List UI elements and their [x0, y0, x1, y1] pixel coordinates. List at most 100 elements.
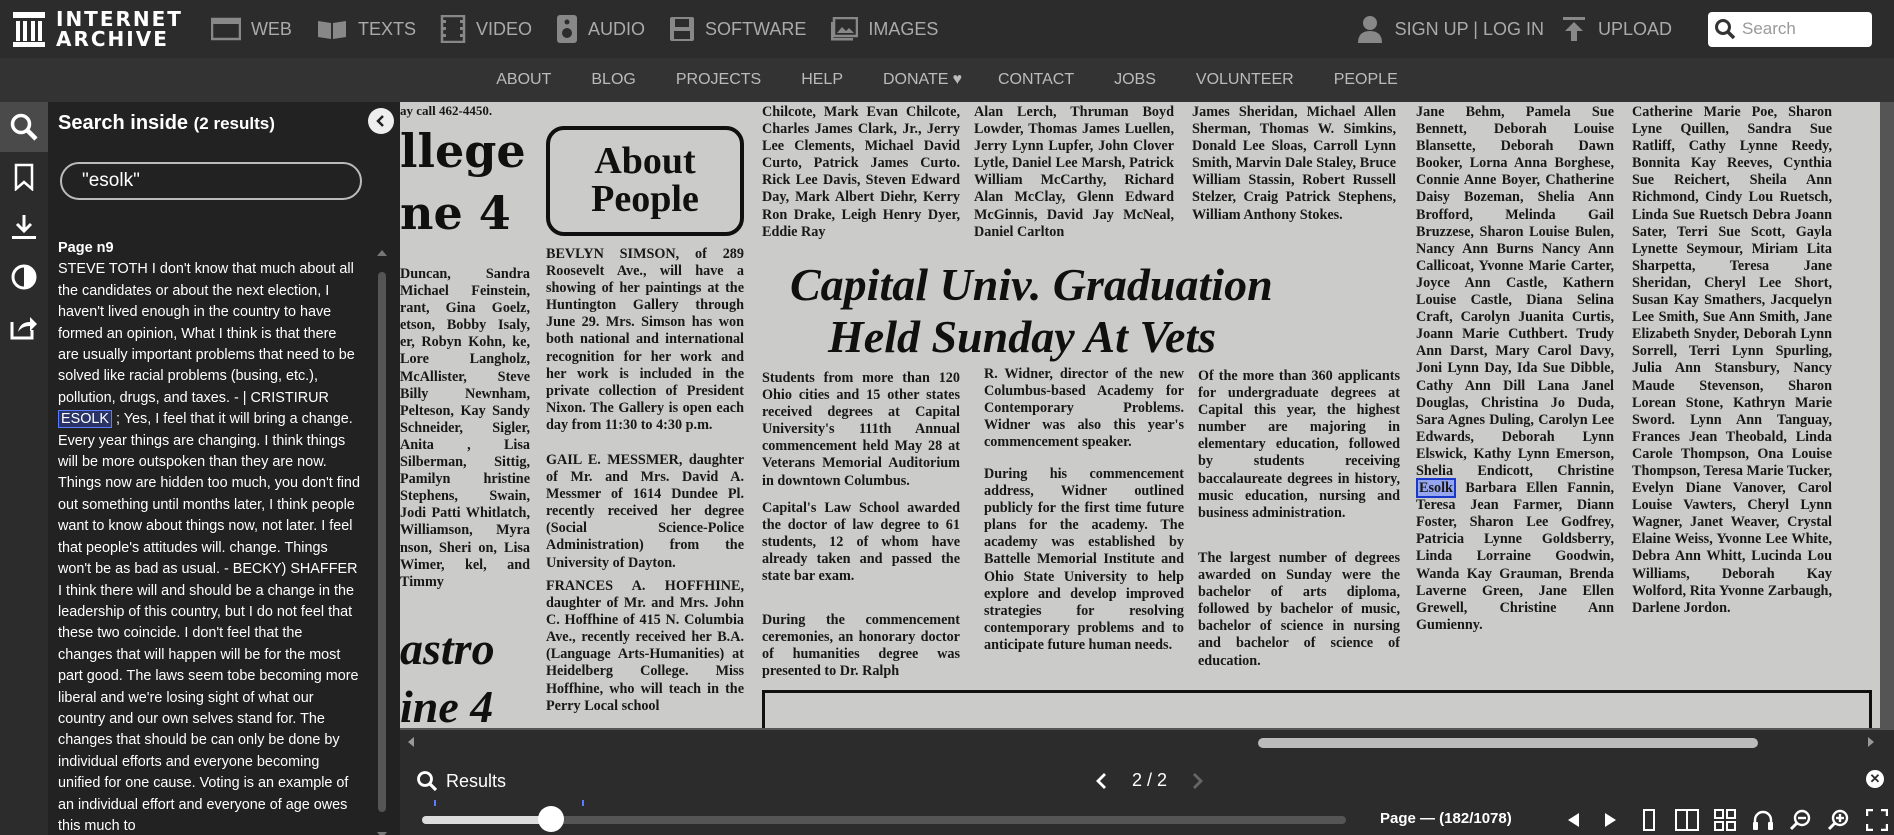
site-search-input[interactable]: [1742, 19, 1862, 39]
internet-archive-logo[interactable]: INTERNET ARCHIVE: [12, 0, 183, 58]
subnav-projects[interactable]: PROJECTS: [676, 71, 761, 89]
user-icon: [1357, 16, 1382, 43]
heart-icon: ♥: [952, 71, 962, 88]
subnav-about[interactable]: ABOUT: [496, 71, 551, 89]
read-aloud-button[interactable]: [1744, 806, 1782, 834]
close-results-button[interactable]: ✕: [1866, 770, 1884, 788]
bookmarks-tab[interactable]: [0, 152, 48, 202]
share-tab[interactable]: [0, 302, 48, 352]
two-page-view-button[interactable]: [1668, 806, 1706, 834]
book-viewer[interactable]: ay call 462-4450. llege ne 4 Duncan, San…: [400, 102, 1894, 730]
result-count: (2 results): [193, 114, 275, 133]
zoom-in-button[interactable]: [1820, 806, 1858, 834]
result-marker[interactable]: [582, 800, 584, 806]
subnav-donate[interactable]: DONATE: [883, 71, 948, 89]
panel-scroll-thumb[interactable]: [378, 272, 386, 812]
collapse-panel-button[interactable]: [368, 108, 394, 134]
result-highlight: ESOLK: [58, 410, 112, 429]
nav-texts[interactable]: TEXTS: [316, 14, 416, 44]
search-icon: [1715, 19, 1736, 40]
visual-adjustments-tab[interactable]: [0, 252, 48, 302]
nav-images[interactable]: IMAGES: [830, 14, 938, 44]
newspaper-page: ay call 462-4450. llege ne 4 Duncan, San…: [400, 102, 1880, 728]
media-nav: WEB TEXTS VIDEO AUDIO SOFTWARE IMAGES: [210, 14, 962, 44]
paper-tone: [400, 102, 1880, 728]
web-icon: [210, 17, 241, 41]
nav-right: SIGN UP | LOG IN UPLOAD: [1357, 0, 1894, 58]
scroll-down-icon: [377, 832, 387, 835]
zoom-out-icon: [1789, 809, 1811, 831]
page-slider-fill: [422, 816, 551, 824]
page-slider-handle[interactable]: [538, 806, 564, 832]
result-text-before: STEVE TOTH I don't know that much about …: [58, 261, 355, 406]
triangle-right-icon: [1605, 813, 1616, 827]
two-page-icon: [1675, 809, 1699, 831]
nav-video[interactable]: VIDEO: [440, 14, 532, 44]
book-nav-bar: Results 2 / 2 ✕ Page — (182/1078): [400, 730, 1894, 835]
headphones-icon: [1753, 810, 1773, 830]
scroll-right-icon: [1868, 737, 1874, 747]
result-page-label: Page n9: [58, 240, 114, 256]
top-nav: INTERNET ARCHIVE WEB TEXTS VIDEO AUDIO S…: [0, 0, 1894, 58]
subnav-blog[interactable]: BLOG: [591, 71, 635, 89]
images-icon: [831, 17, 859, 41]
search-result-item[interactable]: Page n9 STEVE TOTH I don't know that muc…: [58, 238, 360, 835]
result-text-after: ; Yes, I feel that it will bring a chang…: [58, 411, 360, 834]
search-inside-panel: Search inside (2 results) Page n9 STEVE …: [48, 102, 400, 835]
texts-icon: [317, 21, 346, 39]
subnav-jobs[interactable]: JOBS: [1114, 71, 1156, 89]
panel-scrollbar[interactable]: [376, 248, 388, 835]
result-pager: 2 / 2: [1094, 770, 1205, 791]
download-tab[interactable]: [0, 202, 48, 252]
secondary-nav: ABOUT BLOG PROJECTS HELP DONATE ♥ CONTAC…: [0, 58, 1894, 102]
horizontal-scrollbar[interactable]: [406, 736, 1874, 748]
result-marker[interactable]: [434, 800, 436, 806]
download-icon: [12, 215, 36, 239]
archive-building-icon: [13, 12, 45, 47]
panel-title: Search inside (2 results): [58, 112, 275, 134]
thumbnail-view-button[interactable]: [1706, 806, 1744, 834]
triangle-left-icon: [1568, 813, 1579, 827]
result-position: 2 / 2: [1132, 770, 1168, 790]
horizontal-scroll-thumb[interactable]: [1258, 738, 1758, 748]
page-indicator: Page — (182/1078): [1380, 810, 1512, 827]
prev-result-icon[interactable]: [1094, 772, 1108, 790]
subnav-people[interactable]: PEOPLE: [1334, 71, 1398, 89]
search-icon: [10, 113, 38, 141]
search-inside-tab[interactable]: [0, 102, 48, 152]
search-icon: [417, 771, 438, 792]
single-page-icon: [1643, 809, 1655, 831]
chevron-left-icon: [376, 115, 384, 127]
view-controls: [1554, 806, 1894, 834]
subnav-help[interactable]: HELP: [801, 71, 843, 89]
next-result-icon[interactable]: [1191, 772, 1205, 790]
signup-login-link[interactable]: SIGN UP | LOG IN: [1357, 15, 1544, 43]
subnav-contact[interactable]: CONTACT: [998, 71, 1074, 89]
scroll-up-icon: [377, 250, 387, 256]
prev-page-button[interactable]: [1554, 806, 1592, 834]
video-icon: [440, 15, 466, 43]
results-toggle[interactable]: Results: [416, 770, 506, 792]
logo-text: INTERNET ARCHIVE: [56, 7, 183, 51]
one-page-view-button[interactable]: [1630, 806, 1668, 834]
upload-link[interactable]: UPLOAD: [1562, 16, 1672, 42]
nav-audio[interactable]: AUDIO: [556, 14, 645, 44]
share-icon: [10, 317, 37, 340]
scroll-left-icon: [408, 737, 414, 747]
side-tool-rail: [0, 102, 48, 835]
next-page-button[interactable]: [1592, 806, 1630, 834]
contrast-icon: [11, 264, 37, 290]
upload-icon: [1562, 17, 1585, 41]
nav-software[interactable]: SOFTWARE: [669, 14, 806, 44]
fullscreen-icon: [1866, 809, 1888, 831]
zoom-in-icon: [1827, 809, 1849, 831]
nav-web[interactable]: WEB: [210, 14, 292, 44]
bookmark-icon: [14, 163, 34, 191]
audio-icon: [556, 15, 577, 43]
subnav-volunteer[interactable]: VOLUNTEER: [1196, 71, 1294, 89]
grid-icon: [1714, 809, 1736, 831]
search-inside-input[interactable]: [60, 162, 362, 200]
zoom-out-button[interactable]: [1782, 806, 1820, 834]
site-search[interactable]: [1708, 11, 1872, 47]
fullscreen-button[interactable]: [1858, 806, 1894, 834]
